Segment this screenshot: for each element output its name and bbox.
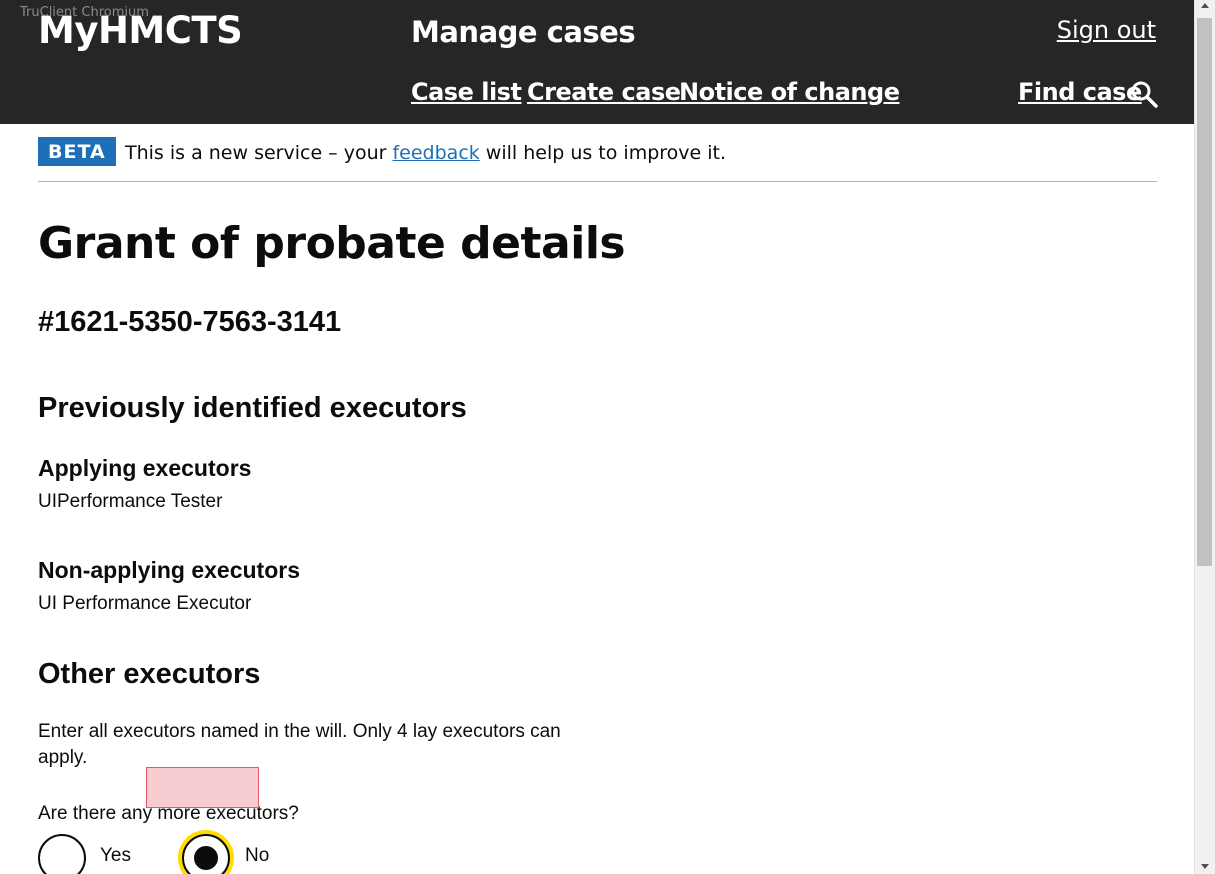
phase-banner-text: This is a new service – your feedback wi… <box>125 142 726 164</box>
service-name: Manage cases <box>411 15 636 49</box>
scroll-down-arrow-icon[interactable] <box>1201 864 1209 869</box>
executors-hint: Enter all executors named in the will. O… <box>38 721 561 768</box>
search-icon[interactable] <box>1130 80 1158 108</box>
radio-yes-label[interactable]: Yes <box>100 845 131 867</box>
phase-text-after: will help us to improve it. <box>479 142 727 164</box>
applying-executors-heading: Applying executors <box>38 455 252 481</box>
nav-notice-of-change[interactable]: Notice of change <box>679 78 900 106</box>
nav-create-case[interactable]: Create case <box>527 78 681 106</box>
non-applying-executors-heading: Non-applying executors <box>38 557 300 583</box>
brand-logo[interactable]: MyHMCTS <box>38 9 243 52</box>
scroll-thumb[interactable] <box>1197 18 1212 566</box>
phase-banner: BETA This is a new service – your feedba… <box>38 137 1157 182</box>
radio-no-label[interactable]: No <box>245 845 269 867</box>
beta-tag: BETA <box>38 137 116 166</box>
previous-executors-heading: Previously identified executors <box>38 392 467 424</box>
page-title: Grant of probate details <box>38 218 626 269</box>
site-header: MyHMCTS Manage cases Sign out Case list … <box>0 0 1194 124</box>
nav-case-list[interactable]: Case list <box>411 78 522 106</box>
vertical-scrollbar[interactable] <box>1194 0 1215 874</box>
scroll-up-arrow-icon[interactable] <box>1201 3 1209 8</box>
case-reference: #1621-5350-7563-3141 <box>38 306 342 338</box>
phase-text-before: This is a new service – your <box>125 142 393 164</box>
highlight-overlay <box>146 767 259 808</box>
other-executors-heading: Other executors <box>38 658 261 690</box>
nav-find-case[interactable]: Find case <box>1018 78 1142 106</box>
sign-out-link[interactable]: Sign out <box>1057 16 1156 44</box>
non-applying-executors-value: UI Performance Executor <box>38 593 252 614</box>
applying-executors-value: UIPerformance Tester <box>38 491 223 512</box>
radio-no-selected[interactable] <box>182 834 230 874</box>
radio-yes[interactable] <box>38 834 86 874</box>
feedback-link[interactable]: feedback <box>392 142 479 164</box>
